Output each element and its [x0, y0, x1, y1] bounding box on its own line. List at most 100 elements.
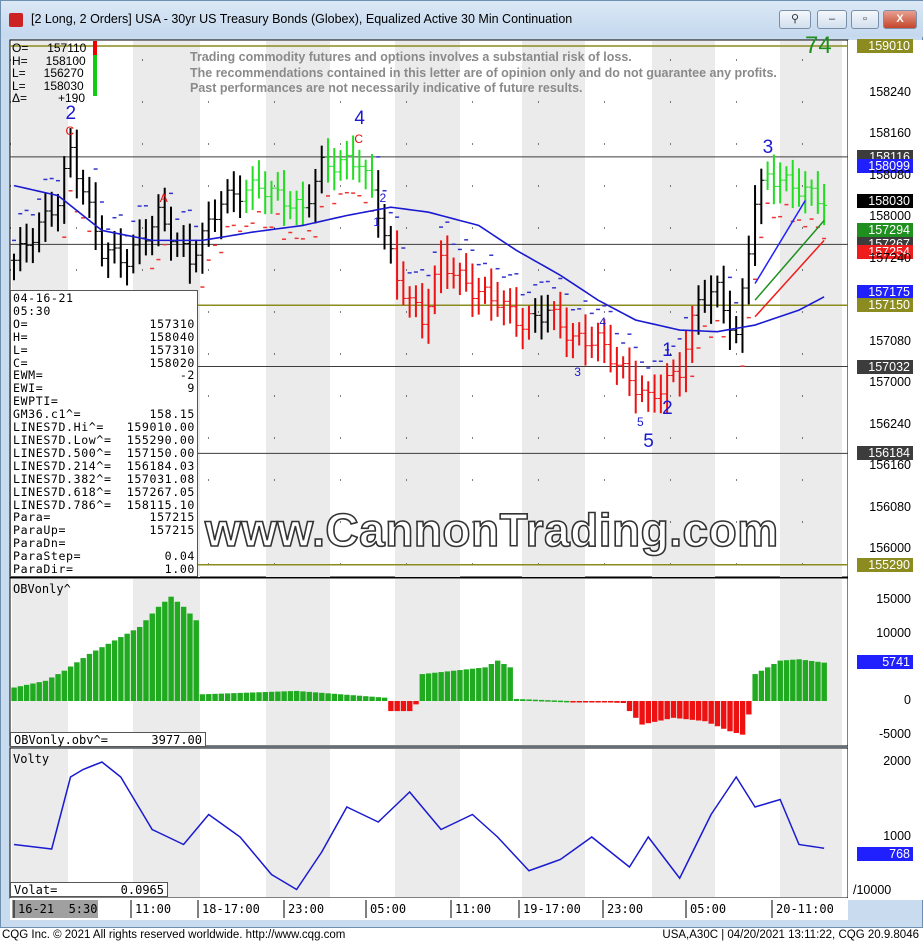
obv-histogram-bar — [237, 692, 243, 701]
obv-histogram-bar — [488, 663, 495, 701]
data-box-row: LINES7D.214^= 156184.03 — [13, 458, 195, 473]
obv-histogram-bar — [143, 620, 149, 701]
obv-histogram-bar — [501, 663, 507, 701]
data-box-row: H= 158040 — [13, 329, 195, 344]
data-box-value: 157215 — [149, 523, 195, 538]
obv-histogram-bar — [312, 692, 319, 701]
price-badge: 155290 — [857, 557, 913, 572]
session-band — [395, 749, 460, 897]
volat-readout: Volat= 0.0965 — [10, 882, 168, 897]
obv-histogram-bar — [331, 693, 338, 701]
obv-histogram-bar — [287, 691, 294, 701]
obv-histogram-bar — [400, 701, 407, 712]
obv-histogram-bar — [451, 670, 457, 701]
data-box-row: 04-16-21 — [13, 292, 195, 305]
obv-histogram-bar — [582, 701, 589, 703]
price-badge: 158030 — [857, 193, 913, 208]
session-band — [522, 749, 585, 897]
obv-histogram-bar — [294, 690, 300, 701]
time-axis-label: 19-17:00 — [523, 902, 581, 916]
obv-histogram-bar — [532, 699, 539, 702]
obv-histogram-bar — [61, 670, 68, 701]
obv-histogram-bar — [551, 700, 557, 702]
obv-histogram-bar — [463, 669, 469, 701]
obv-histogram-bar — [199, 694, 206, 701]
obv-histogram-bar — [218, 693, 225, 701]
data-box-key: L= — [13, 342, 29, 357]
obv-histogram-bar — [733, 701, 739, 733]
obv-histogram-bar — [300, 691, 306, 701]
volty-panel-title: Volty — [13, 752, 50, 766]
obv-histogram-bar — [808, 660, 815, 701]
bar-count-label: 74 — [805, 32, 832, 59]
data-box-row: LINES7D.500^= 157150.00 — [13, 445, 195, 460]
data-box-value: 157031.08 — [126, 471, 195, 486]
obv-histogram-bar — [394, 701, 400, 712]
time-axis-label: 18-17:00 — [202, 902, 260, 916]
price-axis-label: 157000 — [869, 375, 911, 390]
cursor-data-box: 04-16-21 05:30 O= 157310 H= 158040 L= 157310 C= 1… — [10, 290, 198, 577]
obv-histogram-bar — [137, 626, 143, 701]
data-box-key: LINES7D.Low^= — [13, 432, 112, 447]
data-box-row: ParaDir= 1.00 — [13, 563, 195, 576]
obv-histogram-bar — [520, 699, 526, 701]
data-box-value: 158040 — [149, 329, 195, 344]
obv-histogram-bar — [419, 674, 425, 701]
obv-histogram-bar — [11, 687, 17, 701]
data-box-value: 157150.00 — [126, 445, 195, 460]
obv-histogram-bar — [765, 667, 771, 701]
data-box-key: H= — [13, 329, 29, 344]
obv-histogram-bar — [438, 672, 444, 701]
obv-histogram-bar — [595, 701, 601, 703]
ohlc-value: +190 — [58, 91, 86, 105]
obv-histogram-bar — [777, 660, 783, 701]
obv-histogram-bar — [545, 700, 551, 702]
obv-axis-label: 0 — [904, 693, 911, 707]
obv-histogram-bar — [105, 643, 111, 701]
volty-axis-label: 2000 — [883, 754, 911, 768]
data-box-value: 1.00 — [164, 562, 195, 577]
price-axis-label: 157240 — [869, 250, 911, 265]
obv-readout-value: 3977.00 — [151, 733, 202, 747]
price-axis-label: 156080 — [869, 499, 911, 514]
elliott-wave-label: 2 — [379, 190, 387, 205]
obv-histogram-bar — [513, 698, 520, 701]
data-box-value: 156184.03 — [126, 458, 195, 473]
obv-histogram-bar — [86, 653, 93, 701]
obv-histogram-bar — [99, 647, 105, 701]
obv-histogram-bar — [36, 682, 42, 701]
obv-histogram-bar — [758, 670, 765, 701]
data-box-key: 04-16-21 — [13, 291, 74, 305]
obv-histogram-bar — [369, 696, 375, 701]
obv-histogram-bar — [23, 684, 30, 701]
obv-histogram-bar — [614, 701, 620, 703]
obv-histogram-bar — [783, 660, 790, 701]
time-axis-label: 23:00 — [607, 902, 644, 916]
obv-histogram-bar — [564, 700, 570, 703]
obv-histogram-bar — [589, 701, 595, 703]
session-band — [12, 749, 68, 897]
data-box-row: O= 157310 — [13, 317, 195, 331]
obv-histogram-bar — [695, 701, 702, 721]
price-axis-label: 158160 — [869, 126, 911, 141]
obv-histogram-bar — [337, 694, 344, 701]
session-band — [266, 579, 330, 745]
obv-histogram-bar — [815, 661, 821, 701]
obv-histogram-bar — [727, 701, 733, 732]
obv-histogram-bar — [275, 691, 281, 701]
data-box-key: 05:30 — [13, 303, 51, 318]
data-box-value: 9 — [187, 381, 195, 396]
obv-histogram-bar — [187, 613, 193, 701]
elliott-wave-label: 4 — [599, 315, 606, 330]
obv-histogram-bar — [250, 692, 256, 701]
obv-histogram-bar — [168, 596, 174, 701]
session-band — [133, 749, 200, 897]
data-box-value: 157310 — [149, 342, 195, 357]
session-band — [395, 579, 460, 745]
obv-histogram-bar — [620, 701, 626, 704]
volty-scale-label: /10000 — [853, 883, 892, 897]
data-box-row: 05:30 — [13, 305, 195, 318]
obv-readout: OBVonly.obv^= 3977.00 — [10, 732, 206, 747]
elliott-wave-label: 2 — [65, 102, 77, 124]
time-axis-label: 20-11:00 — [776, 902, 834, 916]
